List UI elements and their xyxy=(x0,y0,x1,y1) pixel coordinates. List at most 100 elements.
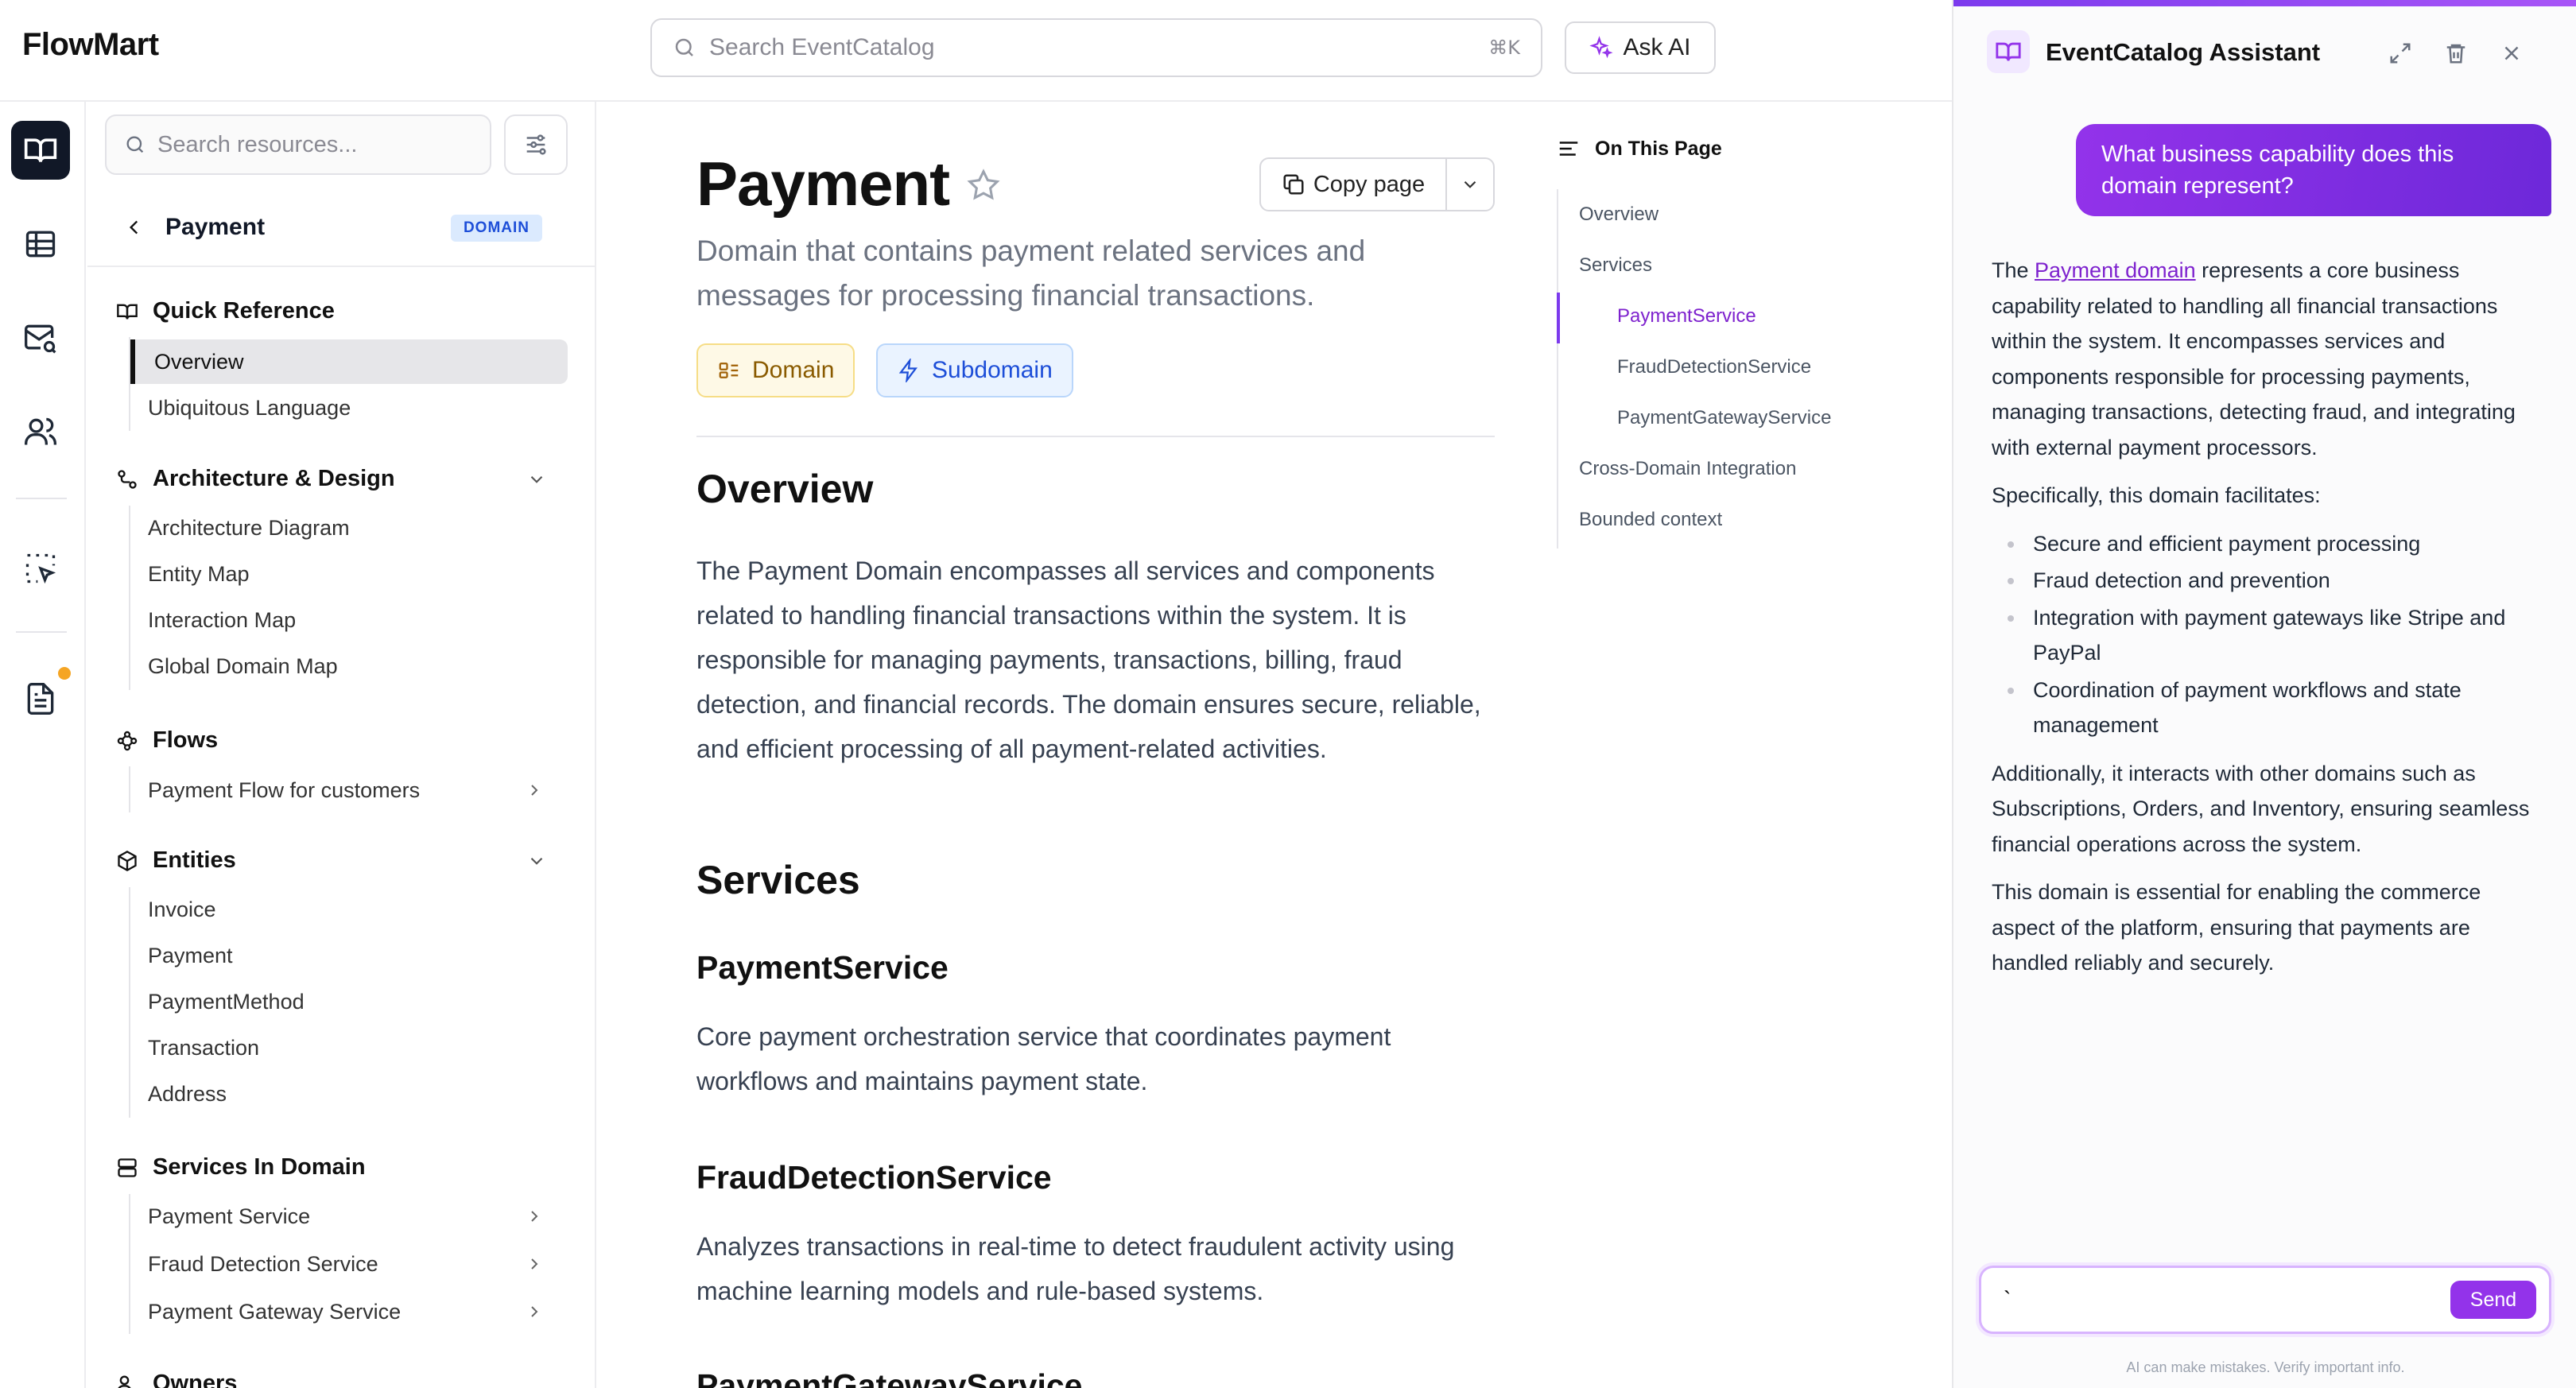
global-search[interactable]: ⌘K xyxy=(650,18,1542,77)
table-of-contents: On This Page Overview Services PaymentSe… xyxy=(1557,102,1946,579)
mail-search-icon xyxy=(25,324,56,354)
section-title: Flows xyxy=(153,727,219,753)
sidebar-item-payment-gateway-service[interactable]: Payment Gateway Service xyxy=(130,1289,568,1334)
brand-logo[interactable]: FlowMart xyxy=(22,27,159,63)
toc-heading: On This Page xyxy=(1557,137,1722,161)
global-search-input[interactable] xyxy=(709,34,1489,61)
section-architecture-design[interactable]: Architecture & Design xyxy=(116,466,577,492)
sidebar-item-ubiquitous-language[interactable]: Ubiquitous Language xyxy=(130,386,568,430)
chevron-right-icon xyxy=(531,1211,538,1222)
content-divider xyxy=(696,436,1495,437)
sidebar-item-transaction[interactable]: Transaction xyxy=(130,1025,568,1070)
close-assistant-button[interactable] xyxy=(2496,38,2527,68)
box-icon xyxy=(118,850,137,871)
book-open-icon xyxy=(117,304,138,320)
ask-ai-button[interactable]: Ask AI xyxy=(1565,21,1716,74)
response-paragraph: Additionally, it interacts with other do… xyxy=(1992,761,2530,856)
star-favorite-icon[interactable] xyxy=(965,167,1002,204)
response-text: The xyxy=(1992,258,2035,282)
copy-options-dropdown[interactable] xyxy=(1447,159,1493,210)
rail-docs-button[interactable] xyxy=(11,121,70,180)
sidebar-item-overview[interactable]: Overview xyxy=(130,339,568,384)
ai-disclaimer: AI can make mistakes. Verify important i… xyxy=(2126,1359,2405,1375)
page-subtitle: Domain that contains payment related ser… xyxy=(696,235,1366,312)
clear-chat-button[interactable] xyxy=(2441,38,2471,68)
section-title: Services In Domain xyxy=(153,1154,366,1180)
sidebar-item-payment-method[interactable]: PaymentMethod xyxy=(130,979,568,1024)
toc-item-overview[interactable]: Overview xyxy=(1579,204,1658,226)
copy-page-button[interactable]: Copy page xyxy=(1261,159,1447,210)
overview-heading: Overview xyxy=(696,467,874,511)
domain-tag[interactable]: Domain xyxy=(696,343,855,397)
lightning-icon xyxy=(898,359,918,382)
toc-item-services[interactable]: Services xyxy=(1579,254,1652,277)
sidebar-item-entity-map[interactable]: Entity Map xyxy=(130,552,568,596)
copy-icon xyxy=(1283,174,1304,195)
sidebar-divider xyxy=(87,266,595,267)
top-header: FlowMart ⌘K Ask AI xyxy=(0,0,1952,102)
sidebar-item-fraud-detection-service[interactable]: Fraud Detection Service xyxy=(130,1242,568,1286)
chat-input[interactable] xyxy=(2004,1287,2450,1312)
section-services-in-domain[interactable]: Services In Domain xyxy=(116,1154,577,1181)
payment-domain-link[interactable]: Payment domain xyxy=(2035,258,2196,282)
toc-item-bounded-context[interactable]: Bounded context xyxy=(1579,509,1722,531)
sidebar-item-global-domain-map[interactable]: Global Domain Map xyxy=(130,644,568,688)
sidebar-item-payment[interactable]: Payment xyxy=(130,933,568,978)
toc-heading-label: On This Page xyxy=(1595,137,1722,160)
close-icon xyxy=(2504,46,2519,60)
rail-divider xyxy=(16,498,67,499)
rail-messages-button[interactable] xyxy=(11,308,70,367)
sidebar-domain-title: Payment xyxy=(165,214,266,240)
rail-teams-button[interactable] xyxy=(11,402,70,461)
toc-item-payment-service[interactable]: PaymentService xyxy=(1617,305,1756,328)
toc-item-cross-domain-integration[interactable]: Cross-Domain Integration xyxy=(1579,458,1796,480)
section-quick-reference[interactable]: Quick Reference xyxy=(116,298,577,324)
rail-table-button[interactable] xyxy=(11,215,70,273)
workflow-icon xyxy=(118,469,137,489)
sidebar-item-interaction-map[interactable]: Interaction Map xyxy=(130,598,568,642)
chevron-down-icon xyxy=(530,857,543,865)
toc-item-payment-gateway-service[interactable]: PaymentGatewayService xyxy=(1617,407,1831,429)
list-icon xyxy=(1559,142,1578,156)
section-flows[interactable]: Flows xyxy=(116,727,577,754)
expand-button[interactable] xyxy=(2385,38,2415,68)
search-icon xyxy=(675,38,693,56)
chat-input-box[interactable]: Send xyxy=(1979,1266,2551,1334)
assistant-header: EventCatalog Assistant xyxy=(1953,6,2576,99)
rail-visualizer-button[interactable] xyxy=(11,539,70,598)
assistant-panel: EventCatalog Assistant What business cap… xyxy=(1952,0,2576,1388)
sidebar-item-invoice[interactable]: Invoice xyxy=(130,887,568,932)
section-entities[interactable]: Entities xyxy=(116,847,577,874)
sidebar-item-payment-flow[interactable]: Payment Flow for customers xyxy=(130,768,568,812)
send-button[interactable]: Send xyxy=(2450,1281,2536,1319)
sidebar-item-label: Payment Service xyxy=(148,1204,311,1228)
filter-button[interactable] xyxy=(504,114,568,175)
service-description-payment: Core payment orchestration service that … xyxy=(696,1022,1391,1095)
toc-item-fraud-detection-service[interactable]: FraudDetectionService xyxy=(1617,356,1811,378)
sidebar-item-label: Payment Flow for customers xyxy=(148,777,421,802)
sidebar-item-address[interactable]: Address xyxy=(130,1072,568,1116)
section-owners[interactable]: Owners xyxy=(116,1371,577,1388)
subdomain-tag[interactable]: Subdomain xyxy=(876,343,1073,397)
domain-icon xyxy=(719,363,739,378)
page-title: Payment xyxy=(696,149,950,219)
chevron-down-icon xyxy=(530,475,543,483)
chevron-right-icon xyxy=(531,1306,538,1317)
section-title: Owners xyxy=(153,1371,238,1388)
response-paragraph: This domain is essential for enabling th… xyxy=(1992,880,2481,975)
server-icon xyxy=(118,1157,137,1177)
services-heading: Services xyxy=(696,858,860,902)
user-message-bubble: What business capability does this domai… xyxy=(2076,124,2551,216)
toc-guide-line xyxy=(1557,189,1558,549)
assistant-title: EventCatalog Assistant xyxy=(2046,38,2321,66)
sidebar-item-architecture-diagram[interactable]: Architecture Diagram xyxy=(130,506,568,550)
resource-search-input[interactable] xyxy=(157,131,460,158)
sidebar-item-payment-service[interactable]: Payment Service xyxy=(130,1194,568,1239)
resource-search[interactable] xyxy=(105,114,491,175)
service-heading-payment-gateway: PaymentGatewayService xyxy=(696,1367,1083,1388)
section-title: Quick Reference xyxy=(153,298,335,324)
response-bullet: Fraud detection and prevention xyxy=(1992,563,2548,599)
sidebar-back-nav[interactable]: Payment DOMAIN xyxy=(105,205,582,250)
select-pointer-icon xyxy=(25,553,56,584)
service-heading-payment: PaymentService xyxy=(696,949,949,986)
